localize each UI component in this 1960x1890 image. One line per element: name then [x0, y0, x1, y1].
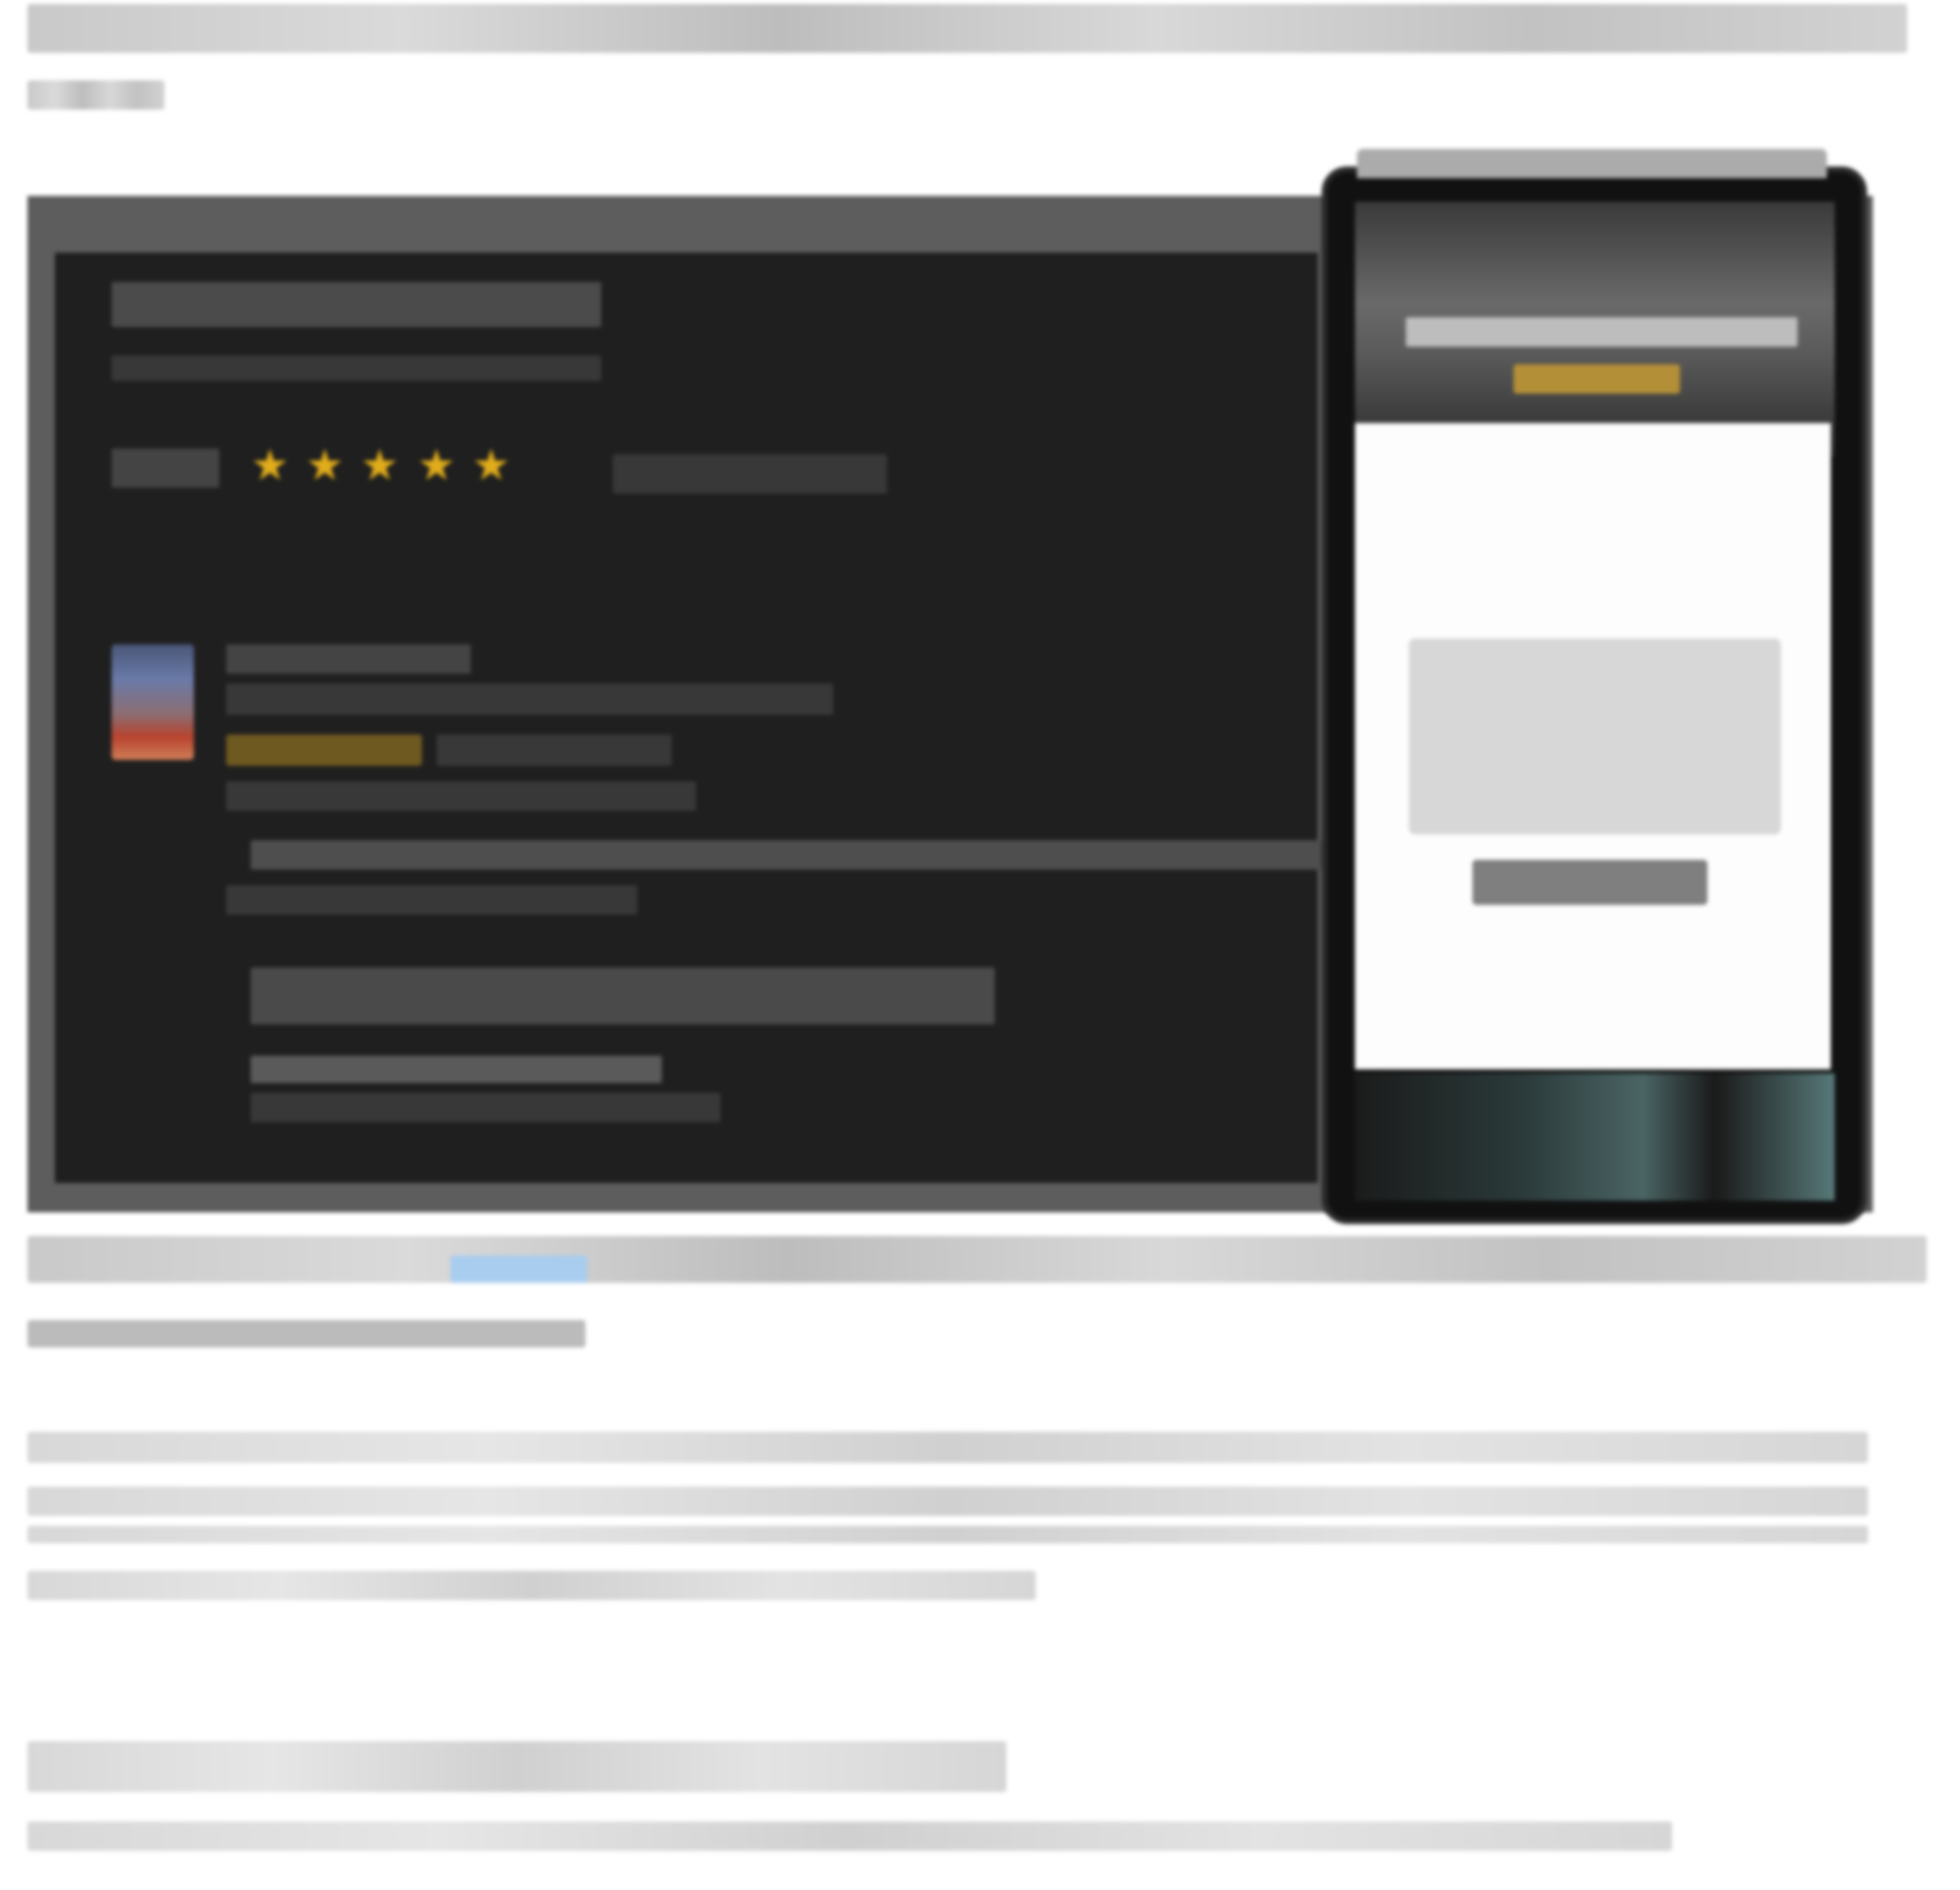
section-heading — [27, 1741, 1006, 1792]
star-icon: ★ — [360, 442, 399, 490]
article-intro-line-2 — [27, 80, 164, 110]
caption-line-1 — [27, 1236, 1927, 1283]
star-icon: ★ — [251, 442, 290, 490]
section-body — [27, 1821, 1672, 1851]
title-block — [112, 282, 601, 327]
review-title — [226, 781, 696, 811]
reply-author — [251, 1056, 662, 1083]
star-icon: ★ — [305, 442, 345, 490]
avatar — [112, 644, 194, 760]
article-intro-line-1 — [27, 4, 1907, 53]
caption-line-2 — [27, 1320, 585, 1347]
paragraph-line — [27, 1526, 1868, 1543]
phone-header-title — [1406, 317, 1797, 347]
star-icon: ★ — [472, 442, 511, 490]
paragraph-line — [27, 1432, 1868, 1463]
review-text-line — [251, 840, 1347, 870]
review-date — [437, 734, 672, 766]
paragraph-line — [27, 1487, 1868, 1516]
rating-label — [112, 449, 219, 488]
review-meta — [226, 684, 833, 715]
phone-modal-sheet — [1355, 423, 1831, 1069]
review-text-line — [226, 885, 637, 915]
paragraph-line — [27, 1571, 1036, 1600]
subtitle-block — [112, 355, 601, 381]
desktop-content-panel: ★ ★ ★ ★ ★ — [55, 253, 1347, 1183]
phone-top-bar — [1357, 149, 1827, 178]
reply-block — [251, 968, 995, 1024]
caption-link[interactable] — [450, 1255, 587, 1283]
phone-footer — [1355, 1073, 1835, 1201]
star-icon: ★ — [417, 442, 456, 490]
phone-screenshot — [1322, 149, 1867, 1224]
review-author — [226, 644, 471, 674]
phone-gold-badge — [1514, 364, 1680, 394]
review-badge — [226, 734, 422, 766]
modal-message — [1409, 638, 1781, 834]
modal-button[interactable] — [1472, 860, 1707, 905]
rating-count — [613, 454, 887, 494]
reply-text — [251, 1093, 721, 1122]
